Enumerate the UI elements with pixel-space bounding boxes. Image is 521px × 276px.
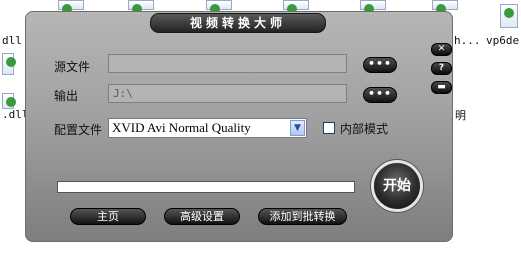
desktop-label[interactable]: vp6de — [486, 34, 519, 47]
home-button[interactable]: 主页 — [70, 208, 146, 225]
config-profile-value: XVID Avi Normal Quality — [112, 120, 251, 135]
desktop-file-icon[interactable] — [2, 53, 16, 75]
chevron-down-icon[interactable]: ▼ — [290, 120, 305, 136]
desktop-file-icon[interactable] — [58, 0, 84, 14]
close-icon[interactable]: ✕ — [431, 43, 452, 56]
conversion-progress-bar — [57, 181, 355, 193]
output-label: 输出 — [54, 89, 79, 103]
help-icon[interactable]: ? — [431, 62, 452, 75]
desktop-file-icon[interactable] — [500, 4, 518, 28]
desktop-file-icon[interactable] — [2, 93, 16, 109]
minimize-icon[interactable]: ▬ — [431, 81, 452, 94]
desktop-file-icon[interactable] — [432, 0, 458, 14]
desktop-label[interactable]: h... — [454, 34, 481, 47]
add-to-batch-button[interactable]: 添加到批转换 — [258, 208, 347, 225]
config-file-label: 配置文件 — [54, 123, 103, 137]
desktop-file-icon[interactable] — [283, 0, 309, 14]
internal-mode-label[interactable]: 内部模式 — [340, 120, 388, 137]
browse-source-button[interactable]: ••• — [363, 57, 397, 73]
browse-output-button[interactable]: ••• — [363, 87, 397, 103]
converter-window: 视频转换大师 源文件 ••• 输出 J:\ ••• 配置文件 XVID Avi … — [25, 11, 453, 242]
desktop-label[interactable]: dll — [2, 34, 22, 47]
start-button[interactable]: 开始 — [371, 160, 423, 212]
window-title[interactable]: 视频转换大师 — [150, 13, 326, 33]
advanced-settings-button[interactable]: 高级设置 — [164, 208, 240, 225]
output-path-input[interactable]: J:\ — [108, 84, 347, 103]
desktop-file-icon[interactable] — [128, 0, 154, 14]
desktop-file-icon[interactable] — [360, 0, 386, 14]
internal-mode-checkbox[interactable] — [323, 122, 335, 134]
desktop-file-icon[interactable] — [206, 0, 232, 14]
source-file-input[interactable] — [108, 54, 347, 73]
desktop-label[interactable]: 明 — [455, 107, 466, 123]
source-file-label: 源文件 — [54, 60, 91, 74]
config-profile-select[interactable]: XVID Avi Normal Quality ▼ — [108, 118, 307, 138]
